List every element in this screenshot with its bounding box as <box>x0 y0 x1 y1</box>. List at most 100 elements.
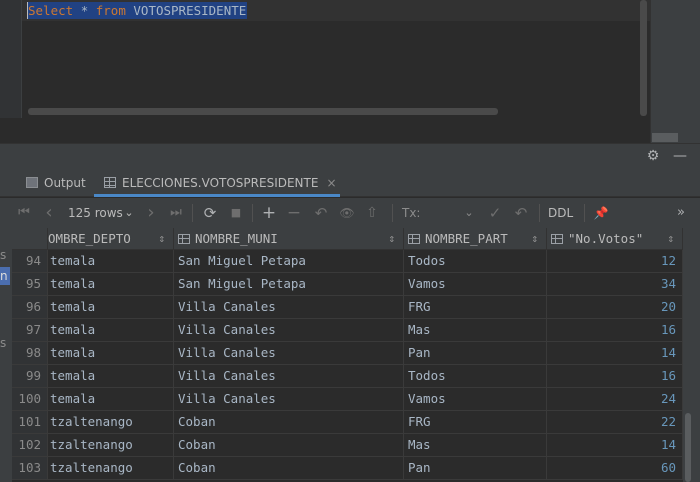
grid-vertical-scrollbar[interactable] <box>685 413 691 482</box>
sort-icon[interactable]: ⇕ <box>667 228 674 249</box>
cell-nombre-part[interactable]: Todos <box>404 365 547 387</box>
close-icon[interactable]: × <box>326 176 336 190</box>
column-label: "No.Votos" <box>568 231 644 246</box>
add-row-icon[interactable]: + <box>260 198 278 228</box>
editor-vertical-scrollbar[interactable] <box>640 0 647 116</box>
view-query-icon[interactable]: 👁 <box>338 198 356 228</box>
commit-icon[interactable]: ✓ <box>486 198 504 228</box>
cell-no-votos[interactable]: 22 <box>547 411 683 433</box>
submit-icon[interactable]: ⇧ <box>364 198 380 228</box>
cell-nombre-depto[interactable]: temala <box>48 342 174 364</box>
cell-nombre-part[interactable]: Todos <box>404 250 547 272</box>
cell-nombre-part[interactable]: FRG <box>404 411 547 433</box>
cell-no-votos[interactable]: 14 <box>547 342 683 364</box>
cell-nombre-depto[interactable]: tzaltenango <box>48 411 174 433</box>
cell-nombre-part[interactable]: FRG <box>404 296 547 318</box>
cell-nombre-muni[interactable]: San Miguel Petapa <box>174 273 404 295</box>
table-row[interactable]: 100 temala Villa Canales Vamos 24 <box>12 388 683 411</box>
table-row[interactable]: 98 temala Villa Canales Pan 14 <box>12 342 683 365</box>
cell-nombre-depto[interactable]: temala <box>48 365 174 387</box>
cell-nombre-muni[interactable]: Villa Canales <box>174 365 404 387</box>
cell-no-votos[interactable]: 34 <box>547 273 683 295</box>
cell-nombre-muni[interactable]: Coban <box>174 434 404 456</box>
cell-nombre-muni[interactable]: Coban <box>174 457 404 479</box>
editor-gutter <box>0 0 22 118</box>
table-row[interactable]: 101 tzaltenango Coban FRG 22 <box>12 411 683 434</box>
cell-nombre-muni[interactable]: Villa Canales <box>174 388 404 410</box>
table-row[interactable]: 97 temala Villa Canales Mas 16 <box>12 319 683 342</box>
cell-no-votos[interactable]: 14 <box>547 434 683 456</box>
last-page-icon[interactable]: ⏭ <box>168 198 184 228</box>
result-grid[interactable]: OMBRE_DEPTO ⇕ NOMBRE_MUNI ⇕ NOMBRE_PART ⇕ "… <box>12 228 683 482</box>
sql-editor[interactable]: Select * from VOTOSPRESIDENTE <box>0 0 650 118</box>
cell-nombre-part[interactable]: Vamos <box>404 273 547 295</box>
cell-nombre-muni[interactable]: Villa Canales <box>174 319 404 341</box>
right-pane-scroll-thumb[interactable] <box>652 133 678 142</box>
sql-query-text[interactable]: Select * from VOTOSPRESIDENTE <box>27 2 248 19</box>
sql-keyword-from: from <box>95 3 126 18</box>
refresh-icon[interactable]: ⟳ <box>201 198 219 228</box>
cell-nombre-muni[interactable]: Villa Canales <box>174 342 404 364</box>
more-actions-icon[interactable]: » <box>674 198 688 228</box>
cell-no-votos[interactable]: 12 <box>547 250 683 272</box>
transaction-mode-dropdown[interactable]: Tx: Manual <box>402 198 464 250</box>
cell-nombre-depto[interactable]: temala <box>48 296 174 318</box>
cell-no-votos[interactable]: 16 <box>547 319 683 341</box>
delete-row-icon[interactable]: − <box>286 198 302 228</box>
table-row[interactable]: 94 temala San Miguel Petapa Todos 12 <box>12 250 683 273</box>
sort-icon[interactable]: ⇕ <box>531 228 538 249</box>
column-label: NOMBRE_PART <box>425 231 508 246</box>
ddl-button[interactable]: DDL <box>548 198 576 228</box>
cell-nombre-depto[interactable]: temala <box>48 388 174 410</box>
column-header-no-votos[interactable]: "No.Votos" ⇕ <box>547 228 683 250</box>
cell-nombre-muni[interactable]: Villa Canales <box>174 296 404 318</box>
toolbar-separator <box>584 204 585 222</box>
cell-no-votos[interactable]: 24 <box>547 388 683 410</box>
table-row[interactable]: 103 tzaltenango Coban Pan 60 <box>12 457 683 480</box>
table-row[interactable]: 96 temala Villa Canales FRG 20 <box>12 296 683 319</box>
tab-result-table[interactable]: ELECCIONES.VOTOSPRESIDENTE × <box>94 170 340 197</box>
gear-icon[interactable]: ⚙ <box>645 148 661 164</box>
cell-nombre-muni[interactable]: Coban <box>174 411 404 433</box>
column-header-nombre-depto[interactable]: OMBRE_DEPTO ⇕ <box>48 228 174 250</box>
toolbar-separator <box>392 204 393 222</box>
cell-nombre-depto[interactable]: tzaltenango <box>48 457 174 479</box>
cell-no-votos[interactable]: 20 <box>547 296 683 318</box>
table-row[interactable]: 95 temala San Miguel Petapa Vamos 34 <box>12 273 683 296</box>
cell-nombre-depto[interactable]: tzaltenango <box>48 434 174 456</box>
column-header-nombre-muni[interactable]: NOMBRE_MUNI ⇕ <box>174 228 404 250</box>
table-row[interactable]: 102 tzaltenango Coban Mas 14 <box>12 434 683 457</box>
cell-nombre-part[interactable]: Mas <box>404 319 547 341</box>
rollback-icon[interactable]: ↶ <box>512 198 530 228</box>
row-number: 96 <box>12 296 48 318</box>
row-number: 101 <box>12 411 48 433</box>
pin-icon[interactable]: 📌 <box>592 198 610 228</box>
next-page-icon[interactable]: › <box>144 198 158 228</box>
revert-icon[interactable]: ↶ <box>312 198 330 228</box>
cell-nombre-depto[interactable]: temala <box>48 319 174 341</box>
toolbar-separator <box>192 204 193 222</box>
cell-nombre-part[interactable]: Vamos <box>404 388 547 410</box>
prev-page-icon[interactable]: ‹ <box>42 198 56 228</box>
tx-dropdown-chevron-icon[interactable]: ⌄ <box>464 198 474 228</box>
cell-nombre-depto[interactable]: temala <box>48 250 174 272</box>
stop-icon[interactable]: ■ <box>228 198 244 228</box>
cell-nombre-part[interactable]: Pan <box>404 457 547 479</box>
cell-no-votos[interactable]: 60 <box>547 457 683 479</box>
rows-dropdown-chevron-icon[interactable]: ⌄ <box>124 198 134 228</box>
left-strip-selected[interactable]: n <box>0 267 10 285</box>
cell-no-votos[interactable]: 16 <box>547 365 683 387</box>
column-header-nombre-part[interactable]: NOMBRE_PART ⇕ <box>404 228 547 250</box>
sort-icon[interactable]: ⇕ <box>158 228 165 249</box>
minus-icon[interactable]: — <box>673 148 687 164</box>
sort-icon[interactable]: ⇕ <box>388 228 395 249</box>
editor-horizontal-scrollbar[interactable] <box>28 108 498 115</box>
cell-nombre-muni[interactable]: San Miguel Petapa <box>174 250 404 272</box>
tab-output[interactable]: Output <box>26 170 86 197</box>
cell-nombre-depto[interactable]: temala <box>48 273 174 295</box>
rows-count-dropdown[interactable]: 125 rows <box>68 198 124 228</box>
cell-nombre-part[interactable]: Pan <box>404 342 547 364</box>
cell-nombre-part[interactable]: Mas <box>404 434 547 456</box>
table-row[interactable]: 99 temala Villa Canales Todos 16 <box>12 365 683 388</box>
first-page-icon[interactable]: ⏮ <box>16 198 32 228</box>
